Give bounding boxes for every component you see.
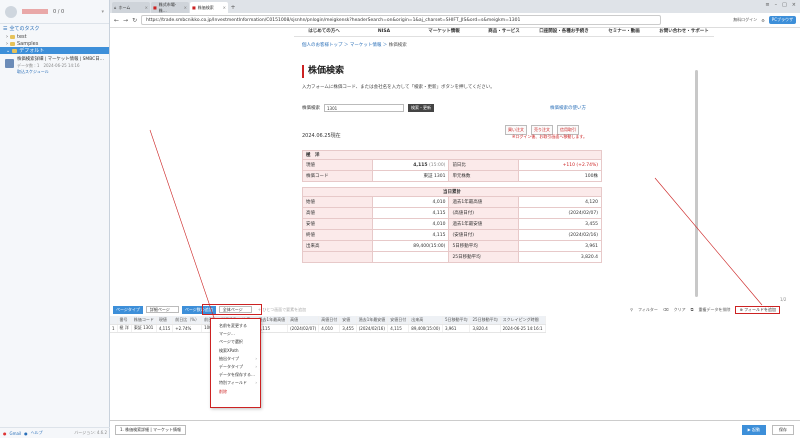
start-button[interactable]: ▶ 起動 [741, 424, 766, 435]
annotation-line-left [149, 129, 215, 319]
bottom-bar: 1. 株価検索詳細 | マーケット情報 ▶ 起動 保存 [110, 420, 800, 438]
save-button[interactable]: 保存 [772, 424, 794, 435]
start-label: 起動 [752, 426, 760, 432]
annotation-line-right [654, 177, 763, 306]
play-icon: ▶ [747, 426, 751, 432]
app-window: 0 / 0 ▾ ☰ 全てのタスク › test › Samples ⌄ デフォルト 株… [0, 0, 800, 438]
page-tab[interactable]: 1. 株価検索詳細 | マーケット情報 [115, 424, 186, 435]
annotation-lines [149, 129, 763, 319]
